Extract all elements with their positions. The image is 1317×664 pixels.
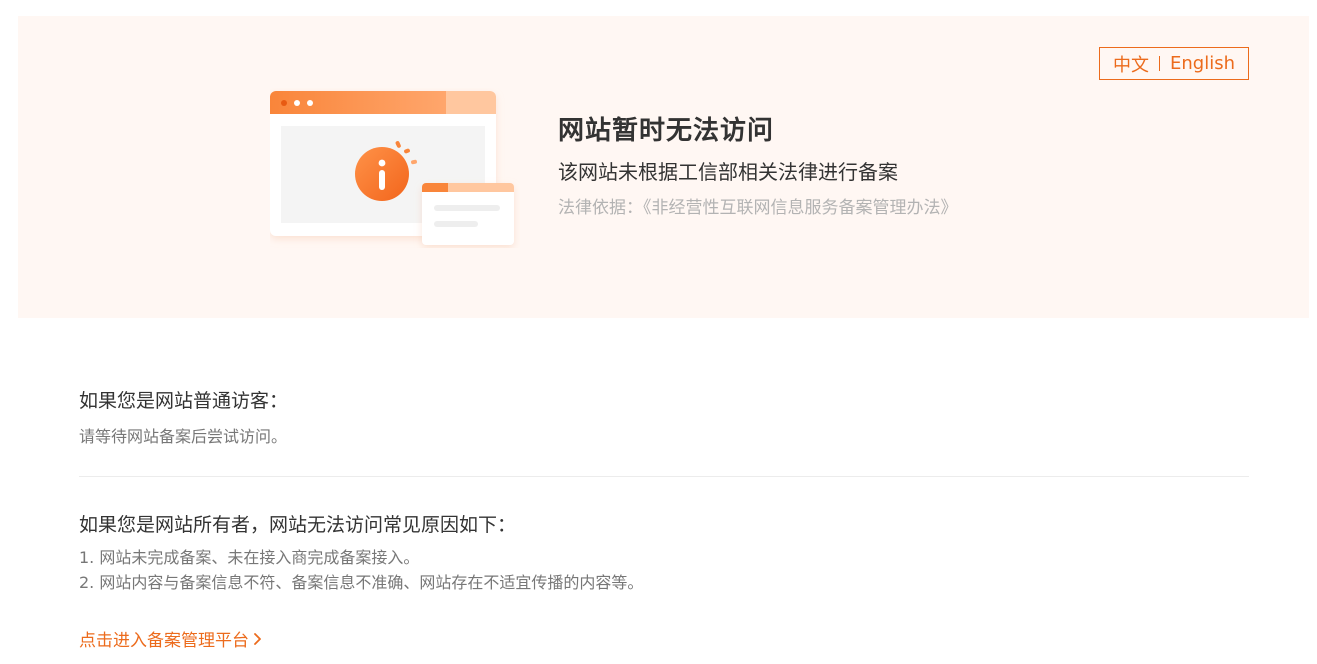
lang-en-link[interactable]: English: [1170, 53, 1235, 74]
page-title: 网站暂时无法访问: [558, 116, 775, 146]
visitor-section-title: 如果您是网站普通访客：: [79, 390, 289, 412]
browser-warning-illustration: [270, 91, 514, 245]
list-item: 1. 网站未完成备案、未在接入商完成备案接入。: [79, 548, 420, 567]
language-switch: 中文 English: [1099, 47, 1249, 80]
lang-zh-link[interactable]: 中文: [1113, 51, 1149, 77]
filing-platform-link[interactable]: 点击进入备案管理平台: [79, 626, 262, 651]
filing-platform-link-label: 点击进入备案管理平台: [79, 631, 249, 651]
visitor-section: 如果您是网站普通访客： 请等待网站备案后尝试访问。: [79, 386, 1249, 447]
owner-section: 如果您是网站所有者，网站无法访问常见原因如下： 1. 网站未完成备案、未在接入商…: [79, 510, 1249, 595]
visitor-section-text: 请等待网站备案后尝试访问。: [79, 427, 288, 446]
notice-banner: 中文 English 网站暂时无法访问 该网站未根据工信部相关法律进行备案 法律…: [18, 16, 1309, 318]
lang-separator: [1159, 56, 1160, 71]
chevron-right-icon: [254, 632, 261, 645]
legal-basis: 法律依据：《非经营性互联网信息服务备案管理办法》: [558, 198, 958, 218]
section-divider: [79, 476, 1249, 477]
page-subtitle: 该网站未根据工信部相关法律进行备案: [558, 160, 898, 184]
owner-section-title: 如果您是网站所有者，网站无法访问常见原因如下：: [79, 514, 517, 536]
list-item: 2. 网站内容与备案信息不符、备案信息不准确、网站存在不适宜传播的内容等。: [79, 573, 644, 592]
